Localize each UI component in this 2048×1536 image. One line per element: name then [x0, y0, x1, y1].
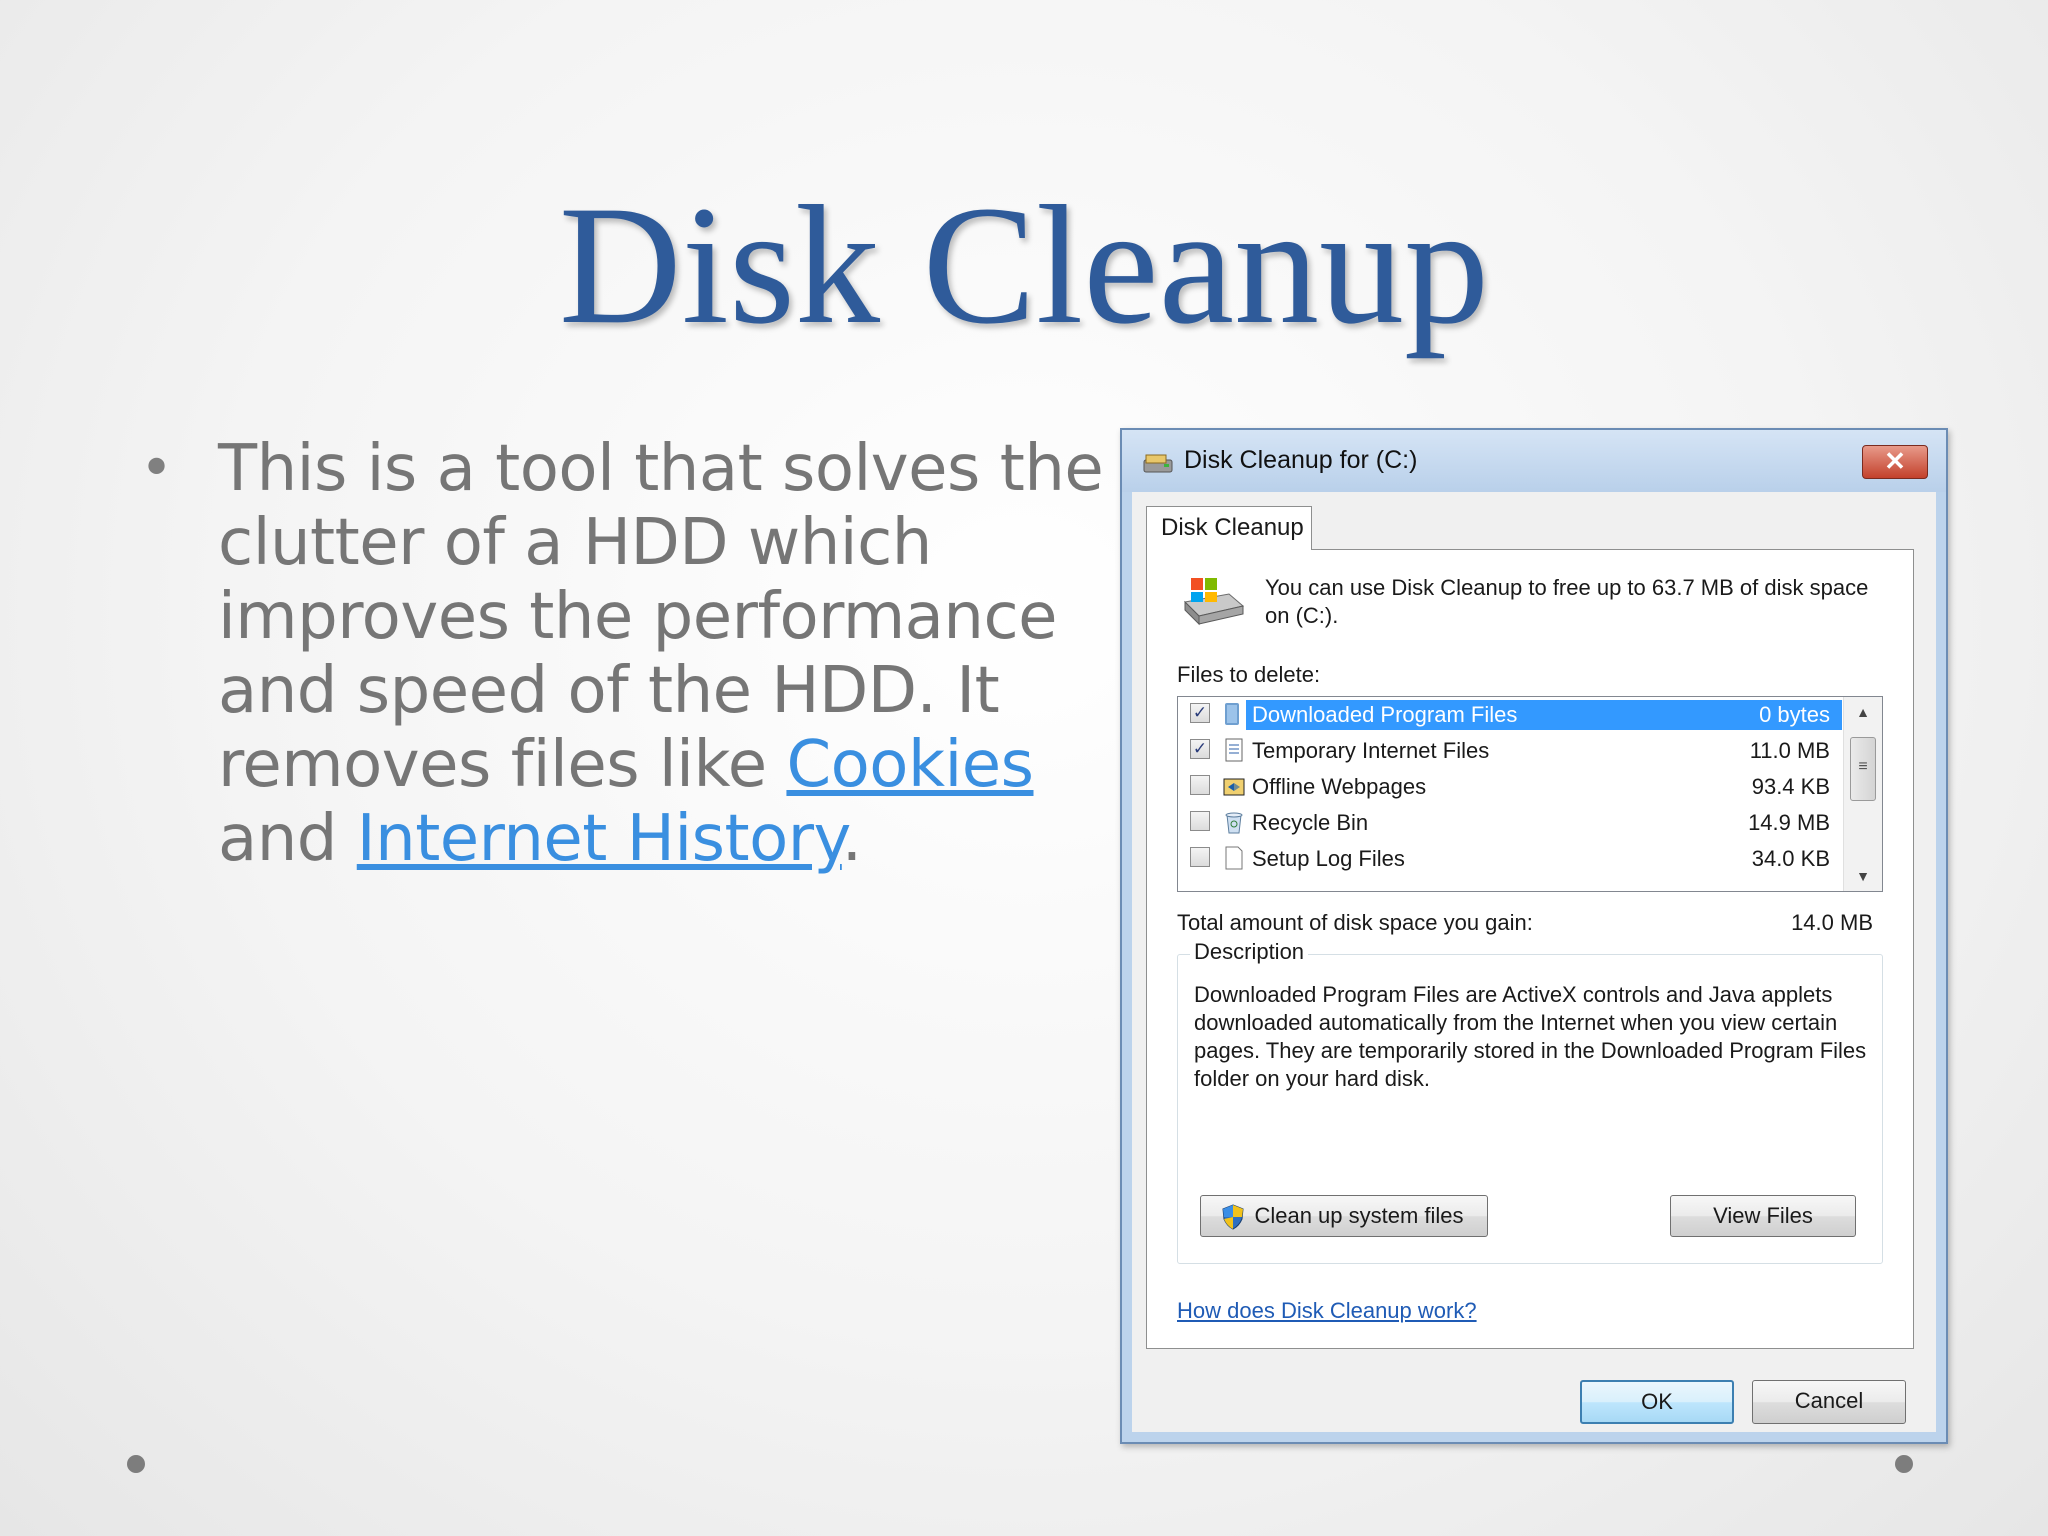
- bullet-text-between: and: [218, 802, 357, 876]
- file-name: Setup Log Files: [1252, 846, 1405, 871]
- tab-disk-cleanup[interactable]: Disk Cleanup: [1146, 506, 1312, 550]
- list-item[interactable]: Offline Webpages 93.4 KB: [1178, 769, 1844, 803]
- recycle-bin-icon: [1225, 812, 1243, 834]
- slide-title: Disk Cleanup: [558, 171, 1490, 359]
- view-files-button[interactable]: View Files: [1670, 1195, 1856, 1237]
- disk-cleanup-icon: [1143, 454, 1173, 473]
- file-size: 14.9 MB: [1748, 810, 1830, 835]
- file-name: Temporary Internet Files: [1252, 738, 1490, 763]
- description-group: Description Downloaded Program Files are…: [1177, 939, 1883, 1264]
- file-size: 0 bytes: [1759, 702, 1830, 727]
- help-link[interactable]: How does Disk Cleanup work?: [1177, 1298, 1477, 1324]
- bullet-text: This is a tool that solves the clutter o…: [218, 432, 1118, 876]
- file-name: Downloaded Program Files: [1252, 702, 1518, 727]
- scroll-up-icon[interactable]: ▲: [1844, 697, 1882, 727]
- checkbox[interactable]: [1190, 811, 1210, 831]
- scroll-thumb[interactable]: ≡: [1850, 737, 1876, 801]
- bullet-text-after: .: [841, 802, 862, 876]
- files-list[interactable]: ✓ Downloaded Program Files 0 bytes ✓ Tem…: [1177, 696, 1883, 892]
- drive-cleanup-icon: [1183, 578, 1245, 626]
- file-name: Offline Webpages: [1252, 774, 1427, 799]
- list-item[interactable]: Setup Log Files 34.0 KB: [1178, 841, 1844, 875]
- file-name: Recycle Bin: [1252, 810, 1369, 835]
- document-icon: [1225, 738, 1243, 762]
- file-size: 11.0 MB: [1749, 738, 1830, 763]
- file-size: 93.4 KB: [1751, 774, 1830, 799]
- list-item[interactable]: Recycle Bin 14.9 MB: [1178, 805, 1844, 839]
- clean-up-button-label: Clean up system files: [1254, 1203, 1464, 1228]
- dialog-titlebar[interactable]: Disk Cleanup for (C:) ✕: [1122, 430, 1946, 492]
- corner-dot-left: [127, 1455, 145, 1473]
- internet-history-link[interactable]: Internet History: [357, 802, 843, 876]
- sync-folder-icon: [1223, 778, 1245, 796]
- uac-shield-icon: [1222, 1204, 1244, 1230]
- list-item[interactable]: ✓ Downloaded Program Files 0 bytes: [1178, 697, 1844, 731]
- list-item[interactable]: ✓ Temporary Internet Files 11.0 MB: [1178, 733, 1844, 767]
- list-scrollbar[interactable]: ▲ ≡ ▼: [1843, 697, 1882, 891]
- dialog-client-area: Disk Cleanup You can use Disk Cleanup to…: [1132, 492, 1936, 1432]
- folder-icon: [1225, 703, 1239, 725]
- bullet-dot-icon: •: [140, 436, 174, 501]
- dialog-title: Disk Cleanup for (C:): [1184, 446, 1418, 474]
- description-legend: Description: [1190, 939, 1309, 965]
- close-button[interactable]: ✕: [1862, 445, 1928, 479]
- checkbox[interactable]: [1190, 847, 1210, 867]
- check-mark: ✓: [1192, 703, 1208, 722]
- cookies-link[interactable]: Cookies: [786, 728, 1034, 802]
- check-mark: ✓: [1192, 739, 1208, 758]
- total-gain-value: 14.0 MB: [1791, 910, 1873, 935]
- cancel-button[interactable]: Cancel: [1752, 1380, 1906, 1424]
- ok-button[interactable]: OK: [1580, 1380, 1734, 1424]
- corner-dot-right: [1895, 1455, 1913, 1473]
- description-text: Downloaded Program Files are ActiveX con…: [1194, 982, 1867, 1091]
- scroll-down-icon[interactable]: ▼: [1844, 861, 1882, 891]
- files-to-delete-label: Files to delete:: [1177, 662, 1321, 687]
- checkbox[interactable]: ✓: [1190, 703, 1210, 723]
- clean-up-system-files-button[interactable]: Clean up system files: [1200, 1195, 1488, 1237]
- blank-document-icon: [1225, 846, 1243, 870]
- checkbox[interactable]: ✓: [1190, 739, 1210, 759]
- intro-text: You can use Disk Cleanup to free up to 6…: [1265, 575, 1869, 628]
- tab-panel: You can use Disk Cleanup to free up to 6…: [1146, 549, 1914, 1349]
- total-gain-label: Total amount of disk space you gain:: [1177, 910, 1533, 935]
- disk-cleanup-dialog: Disk Cleanup for (C:) ✕ Disk Cleanup You…: [1120, 428, 1948, 1444]
- file-size: 34.0 KB: [1751, 846, 1830, 871]
- checkbox[interactable]: [1190, 775, 1210, 795]
